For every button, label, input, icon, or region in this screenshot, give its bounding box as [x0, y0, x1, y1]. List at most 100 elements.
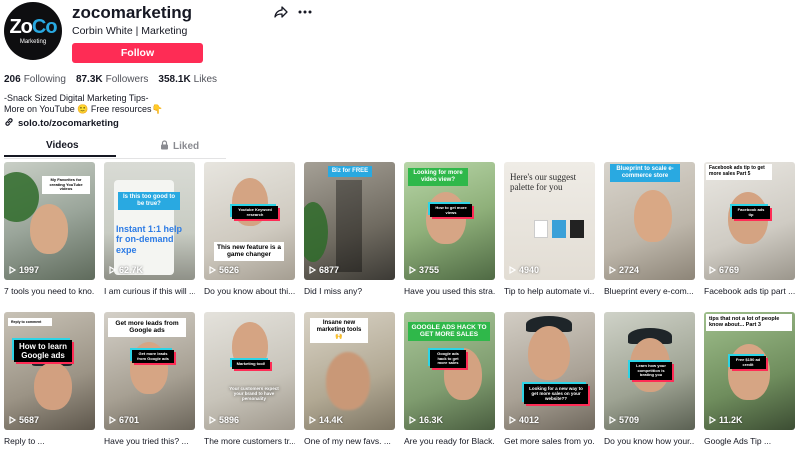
video-thumbnail[interactable]: Looking for more video view? How to get … [404, 162, 495, 280]
video-overlay-text: Insane new marketing tools 🙌 [310, 318, 368, 343]
video-caption[interactable]: Facebook ads tip part ... [704, 286, 795, 296]
follow-button[interactable]: Follow [72, 43, 203, 63]
video-caption[interactable]: Do you know about thi... [204, 286, 295, 296]
video-overlay-text: Instant 1:1 help fr on-demand expe [116, 224, 183, 255]
video-card[interactable]: Learn how your competition is beating yo… [604, 312, 695, 446]
video-overlay-text: Looking for a new way to get more sales … [524, 384, 588, 404]
link-icon [4, 117, 14, 130]
video-thumbnail[interactable]: Is this too good to be true? Instant 1:1… [104, 162, 195, 280]
video-card[interactable]: Facebook ads tip to get more sales Part … [704, 162, 795, 296]
tab-liked-label: Liked [173, 141, 200, 152]
video-overlay-text: Is this too good to be true? [118, 192, 180, 210]
video-thumbnail[interactable]: GOOGLE ADS HACK TO GET MORE SALES Google… [404, 312, 495, 430]
view-count: 4012 [509, 415, 539, 425]
video-thumbnail[interactable]: Facebook ads tip to get more sales Part … [704, 162, 795, 280]
video-caption[interactable]: Do you know how your... [604, 436, 695, 446]
video-thumbnail[interactable]: Here's our suggest palette for you 4940 [504, 162, 595, 280]
video-overlay-text: Looking for more video view? [408, 168, 468, 186]
tab-liked[interactable]: Liked [160, 140, 199, 153]
video-card[interactable]: Biz for FREE 6877 Did I miss any? [304, 162, 395, 296]
share-icon[interactable] [274, 6, 288, 18]
video-caption[interactable]: 7 tools you need to kno... [4, 286, 95, 296]
video-overlay-text: This new feature is a game changer [214, 242, 284, 261]
video-overlay-text: Biz for FREE [328, 166, 372, 177]
play-icon [209, 416, 216, 424]
video-caption[interactable]: Did I miss any? [304, 286, 395, 296]
view-count: 3755 [409, 265, 439, 275]
video-card[interactable]: Insane new marketing tools 🙌 14.4K One o… [304, 312, 395, 446]
following-stat[interactable]: 206 Following [4, 74, 66, 85]
play-icon [309, 416, 316, 424]
video-thumbnail[interactable]: My Favorites for creating YouTube videos… [4, 162, 95, 280]
play-icon [609, 416, 616, 424]
video-overlay-text: tips that not a lot of people know about… [706, 314, 792, 331]
video-thumbnail[interactable]: Biz for FREE 6877 [304, 162, 395, 280]
view-count: 62.7K [109, 265, 143, 275]
more-options-icon[interactable] [298, 10, 312, 14]
video-caption[interactable]: The more customers tr... [204, 436, 295, 446]
profile-link-text[interactable]: solo.to/zocomarketing [18, 118, 119, 129]
lock-icon [160, 140, 169, 153]
bio-line: More on YouTube 🙂 Free resources👇 [4, 104, 163, 114]
video-caption[interactable]: Get more sales from yo... [504, 436, 595, 446]
video-overlay-text: Here's our suggest palette for you [510, 172, 577, 193]
video-card[interactable]: Looking for a new way to get more sales … [504, 312, 595, 446]
view-count: 2724 [609, 265, 639, 275]
profile-link[interactable]: solo.to/zocomarketing [4, 117, 119, 130]
video-card[interactable]: Blueprint to scale e-commerce store 2724… [604, 162, 695, 296]
video-thumbnail[interactable]: tips that not a lot of people know about… [704, 312, 795, 430]
video-overlay-text: Blueprint to scale e-commerce store [610, 164, 680, 182]
video-overlay-text: Get more leads from Google ads [132, 350, 174, 364]
bio: -Snack Sized Digital Marketing Tips- Mor… [4, 93, 163, 115]
video-thumbnail[interactable]: Blueprint to scale e-commerce store 2724 [604, 162, 695, 280]
video-card[interactable]: Youtube Keyword research This new featur… [204, 162, 295, 296]
avatar-logo: ZoCo [9, 16, 57, 38]
video-overlay-text: Youtube Keyword research [232, 206, 278, 220]
video-caption[interactable]: Google Ads Tip ... [704, 436, 795, 446]
video-card[interactable]: Marketing tool! Your customers expect yo… [204, 312, 295, 446]
video-thumbnail[interactable]: Marketing tool! Your customers expect yo… [204, 312, 295, 430]
video-card[interactable]: Reply to comment How to learn Google ads… [4, 312, 95, 446]
video-overlay-text: Facebook ads tip [732, 206, 770, 220]
avatar[interactable]: ZoCo Marketing [4, 2, 62, 60]
view-count: 5626 [209, 265, 239, 275]
video-caption[interactable]: Blueprint every e-com... [604, 286, 695, 296]
video-thumbnail[interactable]: Learn how your competition is beating yo… [604, 312, 695, 430]
followers-stat[interactable]: 87.3K Followers [76, 74, 148, 85]
play-icon [109, 266, 116, 274]
video-card[interactable]: Is this too good to be true? Instant 1:1… [104, 162, 195, 296]
video-thumbnail[interactable]: Reply to comment How to learn Google ads… [4, 312, 95, 430]
video-caption[interactable]: One of my new favs. ... [304, 436, 395, 446]
video-caption[interactable]: Tip to help automate vi... [504, 286, 595, 296]
video-thumbnail[interactable]: Youtube Keyword research This new featur… [204, 162, 295, 280]
video-overlay-text: My Favorites for creating YouTube videos [42, 176, 90, 194]
video-thumbnail[interactable]: Insane new marketing tools 🙌 14.4K [304, 312, 395, 430]
view-count: 6701 [109, 415, 139, 425]
display-name: Corbin White | Marketing [72, 25, 188, 37]
video-overlay-text: Reply to comment [8, 318, 52, 327]
view-count: 6769 [709, 265, 739, 275]
video-card[interactable]: GOOGLE ADS HACK TO GET MORE SALES Google… [404, 312, 495, 446]
video-caption[interactable]: Have you tried this? ... [104, 436, 195, 446]
video-card[interactable]: Here's our suggest palette for you 4940 … [504, 162, 595, 296]
video-card[interactable]: tips that not a lot of people know about… [704, 312, 795, 446]
profile-tabs: Videos Liked [0, 140, 230, 158]
view-count: 6877 [309, 265, 339, 275]
play-icon [509, 266, 516, 274]
video-thumbnail[interactable]: Looking for a new way to get more sales … [504, 312, 595, 430]
play-icon [609, 266, 616, 274]
video-caption[interactable]: Are you ready for Black... [404, 436, 495, 446]
video-overlay-text: GOOGLE ADS HACK TO GET MORE SALES [408, 322, 490, 341]
video-caption[interactable]: Have you used this stra... [404, 286, 495, 296]
video-card[interactable]: Looking for more video view? How to get … [404, 162, 495, 296]
active-tab-indicator [4, 155, 116, 157]
view-count: 5896 [209, 415, 239, 425]
video-card[interactable]: My Favorites for creating YouTube videos… [4, 162, 95, 296]
video-caption[interactable]: I am curious if this will ... [104, 286, 195, 296]
video-caption[interactable]: Reply to ... [4, 436, 95, 446]
tab-videos[interactable]: Videos [46, 140, 79, 151]
video-overlay-text: Free $150 ad credit [730, 356, 766, 370]
video-card[interactable]: Get more leads from Google ads Get more … [104, 312, 195, 446]
video-overlay-text: How to get more views [430, 204, 472, 218]
video-thumbnail[interactable]: Get more leads from Google ads Get more … [104, 312, 195, 430]
